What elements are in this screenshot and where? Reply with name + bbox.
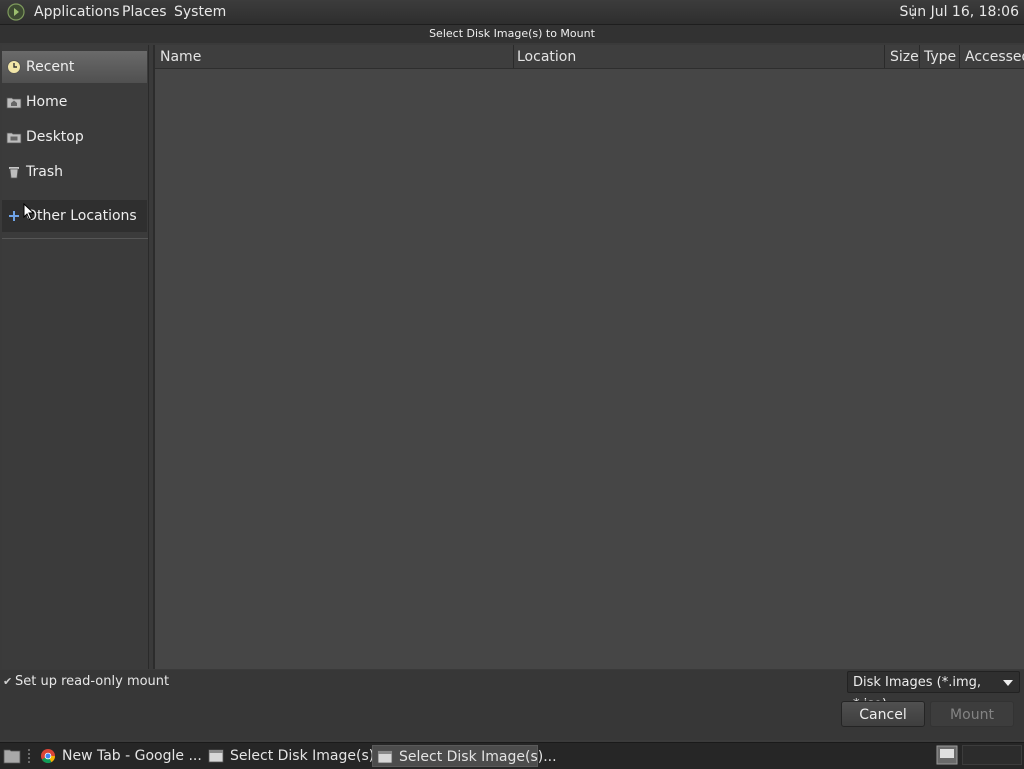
sidebar-divider [2, 238, 148, 239]
sidebar-item-label: Other Locations [26, 208, 137, 224]
plus-icon [9, 211, 19, 221]
column-header: Name Location Size Type Accessed [155, 45, 1024, 69]
workspace-switcher-icon[interactable] [936, 745, 958, 765]
cancel-button[interactable]: Cancel [841, 701, 925, 727]
sidebar-item-label: Home [26, 94, 68, 110]
dialog-actions: ✔ Set up read-only mount Disk Images (*.i… [0, 670, 1024, 740]
show-desktop-icon[interactable] [3, 747, 21, 764]
sidebar-item-home[interactable]: Home [2, 86, 147, 118]
mint-logo-icon[interactable] [7, 3, 25, 21]
window-icon [208, 749, 224, 763]
sidebar-item-trash[interactable]: Trash [2, 156, 147, 188]
sidebar-item-desktop[interactable]: Desktop [2, 121, 147, 153]
trash-icon [9, 167, 19, 179]
taskbar: New Tab - Google ... Select Disk Image(s… [0, 742, 1024, 769]
mouse-pointer-icon [23, 203, 35, 221]
column-separator[interactable] [959, 45, 960, 68]
places-sidebar: Recent Home Desktop Trash Other Location… [2, 45, 149, 669]
column-separator[interactable] [884, 45, 885, 68]
desktop-folder-icon [6, 132, 22, 144]
column-location[interactable]: Location [517, 49, 576, 65]
task-label: Select Disk Image(s)... [399, 749, 557, 765]
checkmark-icon: ✔ [3, 675, 13, 688]
places-menu[interactable]: Places [122, 4, 167, 20]
column-separator[interactable] [919, 45, 920, 68]
column-separator[interactable] [513, 45, 514, 68]
home-folder-icon [6, 97, 22, 109]
column-type[interactable]: Type [924, 49, 956, 65]
top-panel: Applications Places System Sun Jul 16, 1… [0, 0, 1024, 25]
column-accessed[interactable]: Accessed [965, 49, 1024, 65]
readonly-label: Set up read-only mount [15, 674, 170, 689]
chrome-icon [41, 749, 56, 764]
task-label: Select Disk Image(s)... [230, 748, 388, 764]
task-chrome[interactable]: New Tab - Google ... [36, 745, 202, 767]
sidebar-item-label: Desktop [26, 129, 84, 145]
dialog-title: Select Disk Image(s) to Mount [0, 25, 1024, 43]
clock-icon [7, 60, 21, 74]
task-select-disk-image-2[interactable]: Select Disk Image(s)... [372, 745, 557, 767]
mount-button[interactable]: Mount [930, 701, 1014, 727]
task-label: New Tab - Google ... [62, 748, 202, 764]
workspace-slot[interactable] [962, 745, 1022, 765]
window-icon [377, 750, 393, 764]
system-menu[interactable]: System [174, 4, 226, 20]
chevron-down-icon [1003, 680, 1013, 686]
sidebar-item-label: Recent [26, 59, 75, 75]
readonly-checkbox[interactable]: ✔ Set up read-only mount [3, 674, 169, 689]
task-select-disk-image-1[interactable]: Select Disk Image(s)... [204, 745, 388, 767]
clock[interactable]: Sun Jul 16, 18:06 [900, 4, 1020, 20]
taskbar-separator [28, 749, 30, 763]
sidebar-item-recent[interactable]: Recent [2, 51, 147, 83]
file-list[interactable]: Name Location Size Type Accessed [153, 45, 1024, 669]
column-size[interactable]: Size [890, 49, 919, 65]
applications-menu[interactable]: Applications [34, 4, 120, 20]
column-name[interactable]: Name [160, 49, 201, 65]
file-type-filter[interactable]: Disk Images (*.img, *.iso) [847, 671, 1020, 712]
sidebar-item-label: Trash [26, 164, 63, 180]
